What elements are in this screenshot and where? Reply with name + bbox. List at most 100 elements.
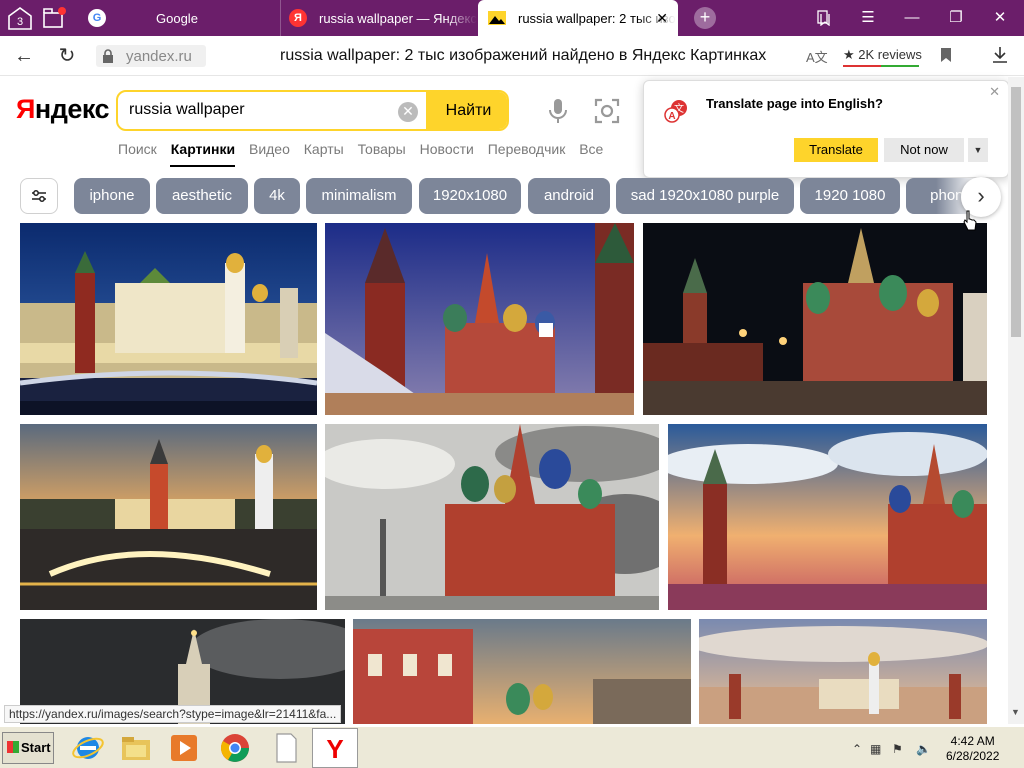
translate-options-chevron-icon[interactable]: ▼: [968, 138, 988, 162]
service-link-video[interactable]: Видео: [249, 141, 290, 157]
download-icon[interactable]: [992, 46, 1008, 64]
service-link-translator[interactable]: Переводчик: [488, 141, 566, 157]
reviews-underline: [843, 65, 919, 67]
scrollbar-thumb[interactable]: [1011, 87, 1021, 337]
search-button[interactable]: Найти: [426, 92, 507, 129]
minimize-button[interactable]: —: [890, 0, 934, 36]
scroll-down-arrow-icon[interactable]: ▼: [1011, 707, 1020, 717]
suggestion-chips: iphone aesthetic 4k minimalism 1920x1080…: [74, 178, 976, 214]
image-result[interactable]: [325, 223, 634, 415]
kremlin-embankment-night-thumbnail: [20, 223, 317, 415]
clock[interactable]: 4:42 AM 6/28/2022: [946, 734, 999, 764]
chrome-icon[interactable]: [217, 730, 253, 766]
image-result[interactable]: [668, 424, 987, 610]
home-icon: 3: [8, 7, 32, 30]
file-explorer-icon[interactable]: [118, 730, 154, 766]
new-tab-button[interactable]: +: [694, 7, 716, 29]
yandex-logo[interactable]: Яндекс: [16, 94, 110, 125]
popup-close-icon[interactable]: ✕: [989, 84, 1000, 100]
restore-button[interactable]: ❐: [934, 0, 978, 36]
red-square-sunset-clouds-thumbnail: [668, 424, 987, 610]
service-link-all[interactable]: Все: [579, 141, 603, 157]
active-service-underline: [170, 165, 235, 167]
translate-message: Translate page into English?: [706, 96, 883, 111]
desktop-screen: 3 G Google Я russia wallpaper — Яндекс r…: [0, 0, 1024, 768]
services-nav: Поиск Картинки Видео Карты Товары Новост…: [118, 141, 613, 167]
tabs-home-button[interactable]: 3: [6, 5, 34, 31]
chip-android[interactable]: android: [528, 178, 610, 214]
translate-icon[interactable]: A文: [806, 47, 828, 66]
page-scrollbar[interactable]: ▼: [1008, 77, 1024, 724]
logo-rest: ндекс: [34, 94, 110, 124]
tabs-manager-button[interactable]: [40, 5, 68, 31]
st-basil-night-red-square-thumbnail: [643, 223, 987, 415]
service-link-search[interactable]: Поиск: [118, 141, 157, 157]
tab-title: russia wallpaper: 2 тыс изо: [518, 10, 676, 26]
close-window-button[interactable]: ✕: [978, 0, 1022, 36]
tab-google[interactable]: G Google: [80, 0, 278, 36]
yandex-browser-icon: Y: [326, 734, 343, 764]
volume-icon[interactable]: 🔈: [916, 742, 931, 756]
image-result[interactable]: [20, 424, 317, 610]
chip-1920x1080[interactable]: 1920x1080: [419, 178, 521, 214]
yandex-browser-taskbar-button[interactable]: Y: [312, 728, 358, 768]
url-field[interactable]: yandex.ru: [96, 45, 206, 67]
image-result[interactable]: [643, 223, 987, 415]
chip-iphone[interactable]: iphone: [74, 178, 150, 214]
menu-button[interactable]: ☰: [846, 0, 890, 36]
back-button[interactable]: ←: [12, 44, 36, 68]
microphone-icon[interactable]: [548, 98, 568, 124]
tray-expand-icon[interactable]: ⌃: [852, 742, 866, 756]
reviews-badge[interactable]: ★ 2K reviews: [843, 47, 922, 67]
image-result[interactable]: [699, 619, 987, 724]
page-title: russia wallpaper: 2 тыс изображений найд…: [280, 47, 767, 64]
service-link-news[interactable]: Новости: [420, 141, 474, 157]
bookmarks-bar-button[interactable]: [802, 0, 846, 36]
address-bar: ← ↻ yandex.ru russia wallpaper: 2 тыс из…: [0, 36, 1024, 76]
chip-1920-1080[interactable]: 1920 1080: [800, 178, 900, 214]
filters-button[interactable]: [20, 178, 58, 214]
tab-close-icon[interactable]: ✕: [656, 10, 668, 27]
service-link-goods[interactable]: Товары: [358, 141, 406, 157]
red-square-st-basil-dusk-thumbnail: [325, 223, 634, 415]
clear-search-icon[interactable]: ✕: [398, 102, 418, 122]
media-player-icon[interactable]: [166, 730, 202, 766]
url-domain: yandex.ru: [126, 48, 192, 65]
yandex-favicon-icon: Я: [289, 9, 307, 27]
chip-sad-1920x1080-purple[interactable]: sad 1920x1080 purple: [616, 178, 794, 214]
chevron-right-icon: ›: [977, 183, 985, 208]
minimize-icon: —: [904, 9, 920, 26]
status-url-tooltip: https://yandex.ru/images/search?stype=im…: [4, 705, 342, 723]
menu-icon: ☰: [861, 9, 875, 26]
bookmark-icon[interactable]: [940, 47, 952, 63]
service-link-maps[interactable]: Карты: [304, 141, 344, 157]
network-icon[interactable]: ▦: [870, 742, 884, 756]
chip-minimalism[interactable]: minimalism: [306, 178, 412, 214]
search-input[interactable]: russia wallpaper: [129, 101, 245, 119]
kremlin-panorama-river-thumbnail: [699, 619, 987, 724]
start-button[interactable]: Start: [2, 732, 54, 764]
chip-4k[interactable]: 4k: [254, 178, 300, 214]
document-icon[interactable]: [268, 730, 304, 766]
image-result[interactable]: [353, 619, 691, 724]
translate-button[interactable]: Translate: [794, 138, 878, 162]
tab-title: Google: [156, 10, 198, 26]
filter-sliders-icon: [32, 190, 46, 202]
restore-icon: ❐: [949, 9, 963, 26]
browser-tab-strip: 3 G Google Я russia wallpaper — Яндекс r…: [0, 0, 1024, 36]
image-result[interactable]: [20, 223, 317, 415]
image-search-camera-icon[interactable]: [594, 98, 620, 124]
tab-title: russia wallpaper — Яндекс: [319, 10, 477, 26]
clock-time: 4:42 AM: [950, 734, 995, 748]
tab-yandex-search[interactable]: Я russia wallpaper — Яндекс: [280, 0, 478, 36]
not-now-button[interactable]: Not now: [884, 138, 964, 162]
action-center-flag-icon[interactable]: ⚑: [892, 742, 906, 756]
reload-button[interactable]: ↻: [55, 44, 79, 68]
bookmarks-icon: [817, 10, 830, 27]
service-link-images[interactable]: Картинки: [171, 141, 235, 157]
internet-explorer-icon[interactable]: [70, 730, 106, 766]
image-result[interactable]: [325, 424, 659, 610]
chip-aesthetic[interactable]: aesthetic: [156, 178, 248, 214]
tab-yandex-images-active[interactable]: russia wallpaper: 2 тыс изо ✕: [478, 0, 678, 36]
lock-icon: [103, 49, 113, 63]
